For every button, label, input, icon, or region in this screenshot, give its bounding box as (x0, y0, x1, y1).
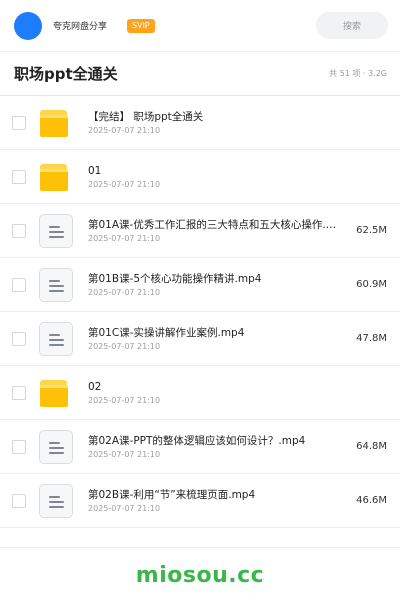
file-date: 2025-07-07 21:10 (88, 341, 161, 351)
file-info: 第02A课-PPT的整体逻辑应该如何设计？.mp4 2025-07-07 21:1… (88, 434, 339, 460)
folder-icon (39, 160, 73, 194)
file-name: 第02A课-PPT的整体逻辑应该如何设计？.mp4 (88, 434, 306, 447)
folder-icon (39, 106, 73, 140)
file-info: 第02B课-利用“节”来梳理页面.mp4 2025-07-07 21:10 (88, 488, 339, 514)
file-size: 62.5M (356, 225, 387, 236)
file-date: 2025-07-07 21:10 (88, 395, 161, 405)
page-title: 职场ppt全通关 (14, 65, 118, 83)
document-icon (39, 429, 73, 464)
row-checkbox[interactable] (12, 277, 26, 292)
file-date: 2025-07-07 21:10 (88, 233, 161, 243)
app-name: 夸克网盘分享 (53, 22, 108, 32)
document-icon (39, 321, 73, 356)
file-info: 【完结】 职场ppt全通关 2025-07-07 21:10 (88, 110, 387, 136)
file-info: 第01C课-实操讲解作业案例.mp4 2025-07-07 21:10 (88, 326, 339, 352)
file-name: 【完结】 职场ppt全通关 (88, 110, 204, 123)
file-date: 2025-07-07 21:10 (88, 503, 161, 513)
file-row[interactable]: 第01C课-实操讲解作业案例.mp4 2025-07-07 21:10 47.8M (0, 312, 400, 366)
row-checkbox[interactable] (12, 115, 26, 130)
file-name: 第02B课-利用“节”来梳理页面.mp4 (88, 488, 256, 501)
row-checkbox[interactable] (12, 439, 26, 454)
list-end-divider (0, 528, 400, 548)
file-row[interactable]: 02 2025-07-07 21:10 (0, 366, 400, 420)
watermark: miosou.cc (135, 563, 265, 588)
file-info: 第01A课-优秀工作汇报的三大特点和五大核心操作.mp4 2025-07-07 2… (88, 218, 339, 244)
file-name: 01 (88, 164, 102, 177)
file-row[interactable]: 01 2025-07-07 21:10 (0, 150, 400, 204)
avatar[interactable] (14, 11, 42, 40)
file-name: 第01A课-优秀工作汇报的三大特点和五大核心操作.mp4 (88, 218, 339, 231)
file-info: 第01B课-5个核心功能操作精讲.mp4 2025-07-07 21:10 (88, 272, 339, 298)
file-date: 2025-07-07 21:10 (88, 449, 161, 459)
row-checkbox[interactable] (12, 385, 26, 400)
file-size: 60.9M (356, 279, 387, 290)
folder-icon (39, 376, 73, 410)
folder-header: 职场ppt全通关 共 51 项 · 3.2G (0, 52, 400, 96)
file-row[interactable]: 第02B课-利用“节”来梳理页面.mp4 2025-07-07 21:10 46.6… (0, 474, 400, 528)
file-date: 2025-07-07 21:10 (88, 179, 161, 189)
file-size: 47.8M (356, 333, 387, 344)
file-size: 46.6M (356, 495, 387, 506)
file-info: 01 2025-07-07 21:10 (88, 164, 387, 190)
file-row[interactable]: 第01A课-优秀工作汇报的三大特点和五大核心操作.mp4 2025-07-07 2… (0, 204, 400, 258)
row-checkbox[interactable] (12, 493, 26, 508)
svip-badge: SVIP (127, 18, 155, 33)
search-button[interactable]: 搜索 (316, 12, 388, 39)
row-checkbox[interactable] (12, 223, 26, 238)
file-row[interactable]: 第01B课-5个核心功能操作精讲.mp4 2025-07-07 21:10 60.9… (0, 258, 400, 312)
row-checkbox[interactable] (12, 169, 26, 184)
file-size: 64.8M (356, 441, 387, 452)
file-list: 【完结】 职场ppt全通关 2025-07-07 21:10 01 2025-07-0… (0, 96, 400, 548)
item-summary: 共 51 项 · 3.2G (329, 69, 387, 78)
file-date: 2025-07-07 21:10 (88, 125, 161, 135)
row-checkbox[interactable] (12, 331, 26, 346)
top-bar: 夸克网盘分享 SVIP 搜索 (0, 0, 400, 52)
document-icon (39, 483, 73, 518)
file-date: 2025-07-07 21:10 (88, 287, 161, 297)
file-info: 02 2025-07-07 21:10 (88, 380, 387, 406)
file-row[interactable]: 【完结】 职场ppt全通关 2025-07-07 21:10 (0, 96, 400, 150)
document-icon (39, 213, 73, 248)
file-name: 第01B课-5个核心功能操作精讲.mp4 (88, 272, 262, 285)
document-icon (39, 267, 73, 302)
file-row[interactable]: 第02A课-PPT的整体逻辑应该如何设计？.mp4 2025-07-07 21:1… (0, 420, 400, 474)
file-name: 第01C课-实操讲解作业案例.mp4 (88, 326, 245, 339)
file-name: 02 (88, 380, 102, 393)
